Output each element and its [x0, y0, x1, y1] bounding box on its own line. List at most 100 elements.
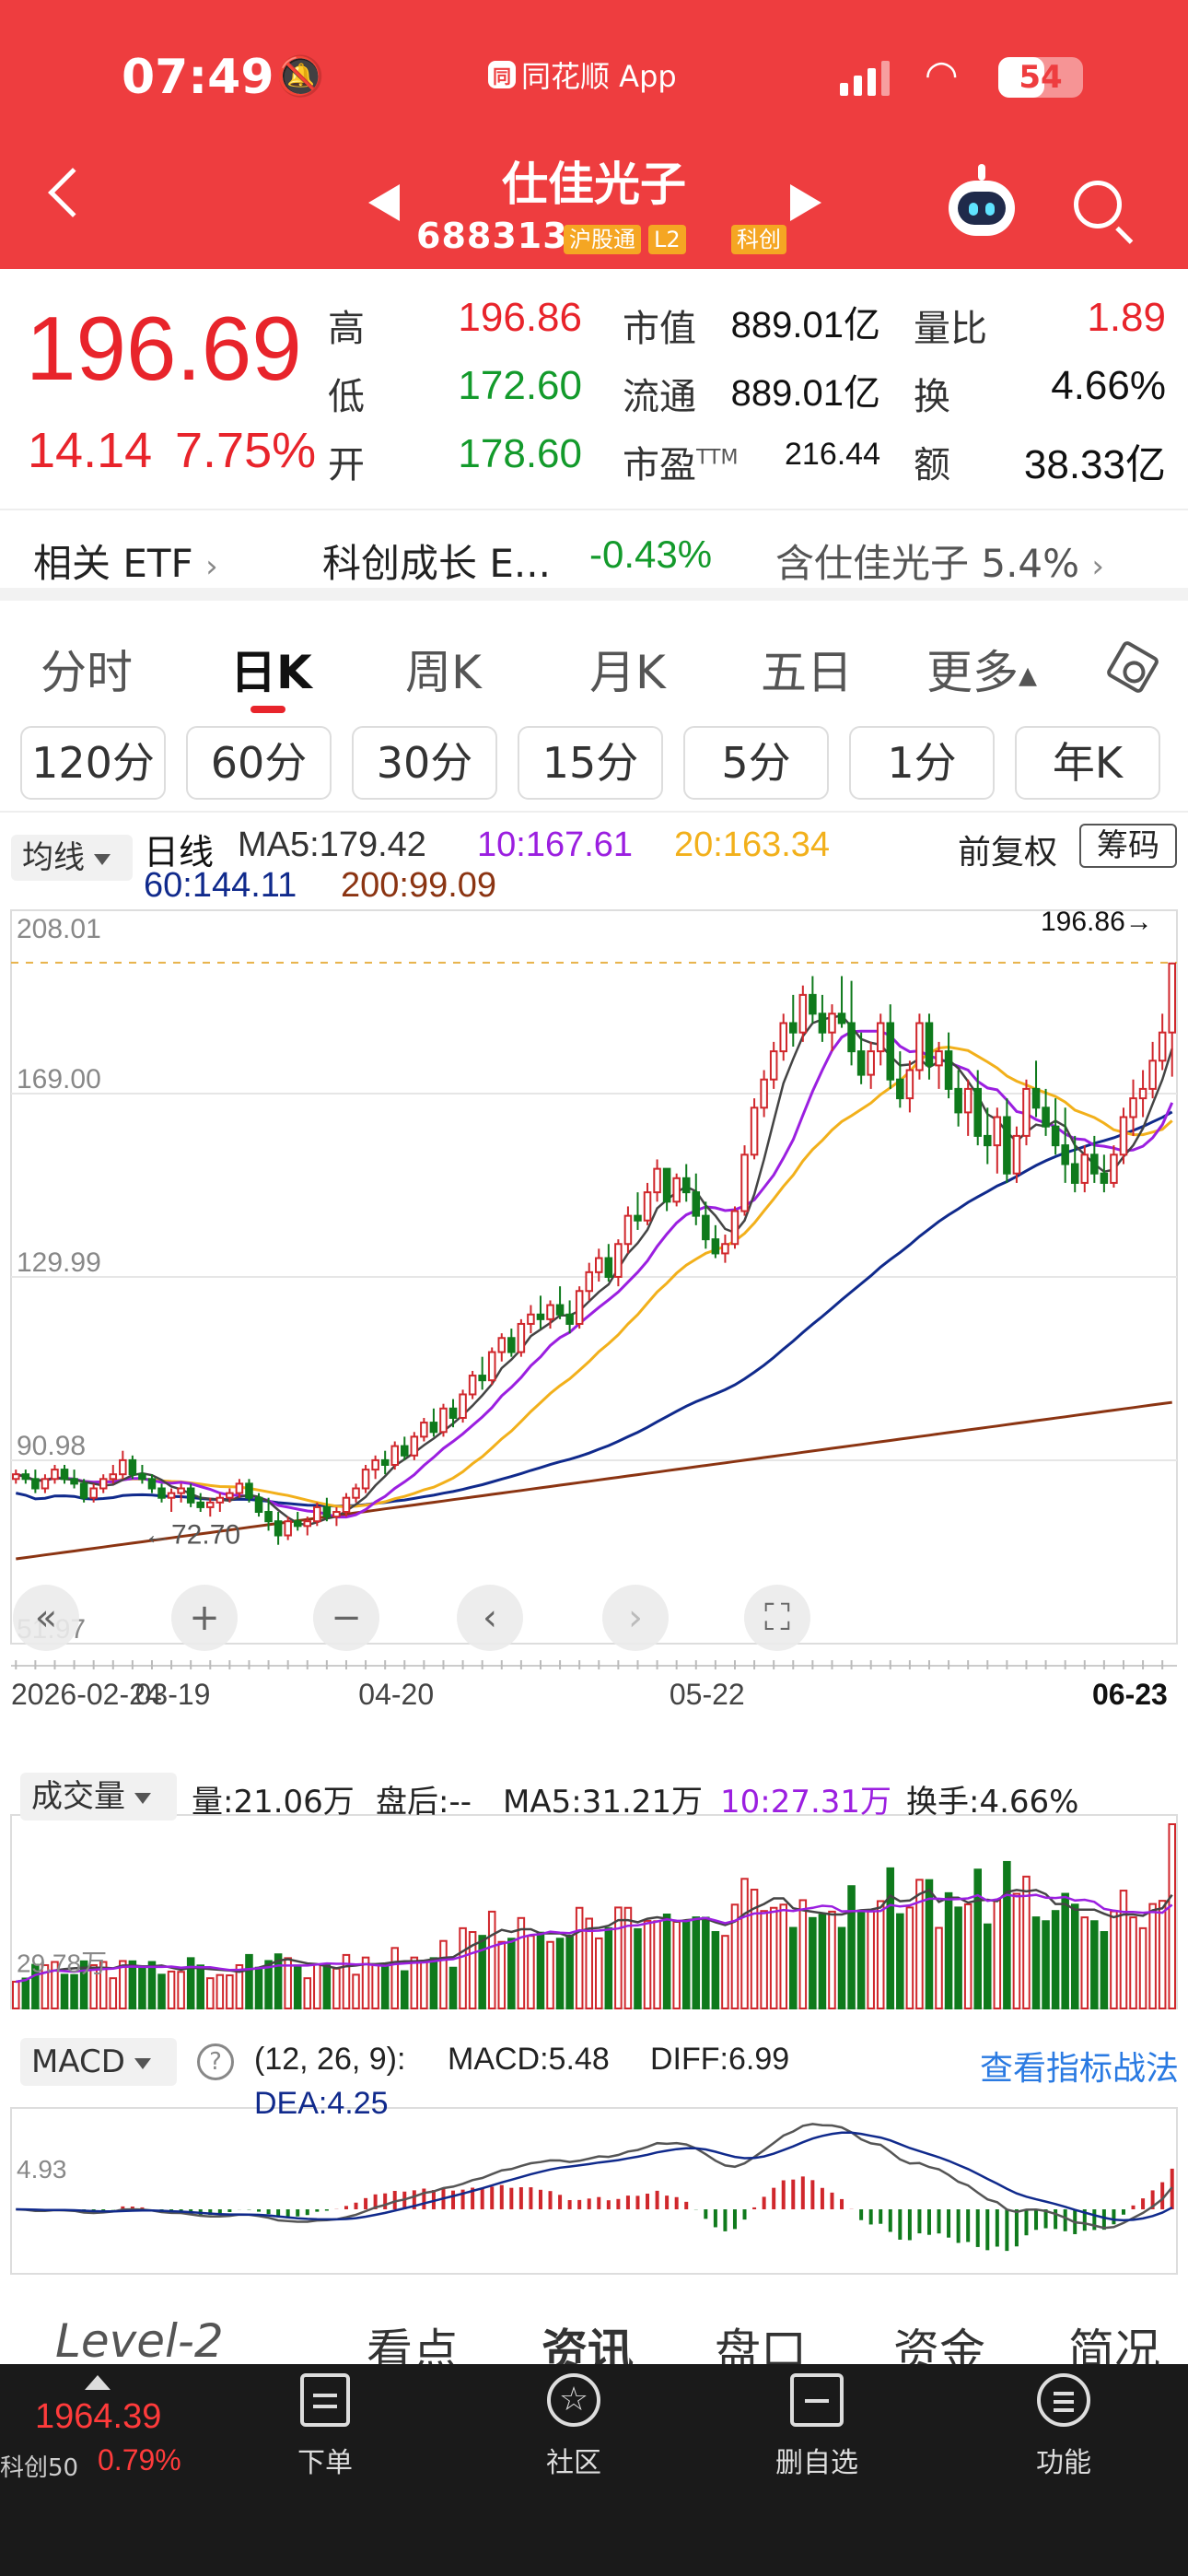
candle-body [935, 1050, 943, 1067]
tab-order-book[interactable]: 盘口 [715, 2314, 807, 2364]
scroll-left-icon[interactable]: ‹ [457, 1585, 523, 1651]
tab-level2[interactable]: Level-2 [55, 2314, 224, 2364]
etf-name[interactable]: 科创成长 E... [322, 533, 551, 589]
scroll-left-fast-icon[interactable]: « [13, 1585, 79, 1651]
volume-bar [818, 1914, 827, 2009]
candle-body [79, 1482, 88, 1499]
minute-30-button[interactable]: 30分 [352, 726, 497, 800]
caret-down-icon [134, 1792, 151, 1804]
volume-ma5: MA5:31.21万 [503, 1784, 704, 1821]
volume-bar [1158, 1900, 1167, 2010]
candle-body [119, 1458, 127, 1476]
nav-functions[interactable]: 功能 [995, 2373, 1133, 2480]
minute-120-button[interactable]: 120分 [20, 726, 166, 800]
index-value[interactable]: 1964.39 [35, 2397, 161, 2437]
volume-bar [254, 1966, 263, 2009]
zoom-out-button[interactable]: − [313, 1585, 379, 1651]
tab-intraday[interactable]: 分时 [41, 636, 133, 702]
back-icon[interactable] [48, 168, 98, 217]
turnover-label: 换 [914, 376, 950, 418]
volume-bar [760, 1910, 768, 2010]
ai-robot-icon[interactable] [949, 164, 1015, 236]
tab-monthly-k[interactable]: 月K [589, 636, 666, 702]
volume-bar [711, 1931, 720, 2010]
prev-stock-icon[interactable] [368, 184, 400, 221]
minute-15-button[interactable]: 15分 [518, 726, 663, 800]
nav-remove-watchlist[interactable]: 删自选 [748, 2373, 886, 2480]
minute-60-button[interactable]: 60分 [186, 726, 332, 800]
volume-indicator-select[interactable]: 成交量 [20, 1773, 177, 1821]
candle-body [721, 1243, 729, 1255]
fullscreen-icon[interactable]: ⛶ [744, 1585, 810, 1651]
volume-bar [1100, 1931, 1109, 2010]
volume-bar [623, 1906, 633, 2010]
tab-weekly-k[interactable]: 周K [405, 636, 482, 702]
status-time: 07:49 [122, 50, 274, 105]
candle-body [555, 1304, 565, 1316]
pe-ttm: TTM [696, 446, 739, 470]
minute-1-button[interactable]: 1分 [849, 726, 995, 800]
candle-body [905, 1069, 914, 1100]
related-etf-row[interactable]: 相关 ETF › 科创成长 E... -0.43% 含仕佳光子 5.4% › [0, 509, 1188, 601]
candle-body [818, 1013, 827, 1034]
pe-value: 216.44 [785, 437, 880, 472]
zoom-in-button[interactable]: + [171, 1585, 238, 1651]
candle-body [380, 1458, 390, 1466]
candle-body [342, 1496, 351, 1514]
chevron-right-icon: › [205, 548, 218, 585]
nav-order[interactable]: 下单 [256, 2373, 394, 2480]
tab-five-day[interactable]: 五日 [761, 636, 853, 702]
volume-bar [634, 1927, 642, 2009]
candle-body [944, 1050, 953, 1090]
after-hours-volume: 盘后:-- [376, 1784, 472, 1821]
volume-bar [769, 1906, 778, 2010]
tab-daily-k[interactable]: 日K [230, 636, 312, 702]
indicator-strategy-link[interactable]: 查看指标战法 [980, 2042, 1179, 2090]
volume-select-label: 成交量 [31, 1778, 125, 1815]
volume-bar [177, 1971, 185, 2009]
volume-bar [809, 1916, 817, 2009]
price-change-pct: 7.75% [175, 423, 317, 478]
macd-value: MACD:5.48 [448, 2042, 610, 2077]
candle-body [973, 1087, 982, 1137]
nav-community[interactable]: 社区 [505, 2373, 643, 2480]
candle-body [575, 1290, 584, 1325]
candle-body [702, 1214, 710, 1241]
volume-bar [963, 1903, 973, 2009]
next-stock-icon[interactable] [790, 184, 821, 221]
app-logo-icon: 同 [488, 61, 516, 88]
bottom-bar: 1964.39 科创50 0.79% 下单 社区 删自选 功能 [0, 2364, 1188, 2576]
tab-more[interactable]: 更多▲ [926, 636, 1037, 702]
tab-funds[interactable]: 资金 [893, 2314, 985, 2364]
candle-body [274, 1520, 283, 1537]
y-tick-label: 169.00 [17, 1064, 101, 1095]
tab-news[interactable]: 资讯 [542, 2314, 634, 2364]
volume-bar [876, 1900, 885, 2009]
candle-body [681, 1177, 691, 1194]
tab-profile[interactable]: 简况 [1068, 2314, 1160, 2364]
search-icon[interactable] [1074, 181, 1122, 228]
tab-highlights[interactable]: 看点 [367, 2314, 459, 2364]
volume-layer [12, 1823, 1176, 2010]
open-value: 178.60 [458, 431, 582, 476]
diff-value: DIFF:6.99 [650, 2042, 790, 2077]
volume-bar [448, 1966, 458, 2009]
help-icon[interactable]: ? [197, 2043, 234, 2080]
volume-bar [157, 1973, 166, 2010]
candle-body [856, 1050, 866, 1076]
candle-body [448, 1407, 458, 1419]
candle-body [138, 1473, 146, 1481]
candle-body [886, 1022, 895, 1081]
year-k-button[interactable]: 年K [1015, 726, 1160, 800]
etf-holding[interactable]: 含仕佳光子 5.4% › [775, 533, 1104, 589]
candle-body [361, 1469, 370, 1490]
scroll-right-icon[interactable]: › [602, 1585, 669, 1651]
minute-5-button[interactable]: 5分 [683, 726, 829, 800]
macd-indicator-select[interactable]: MACD [20, 2038, 177, 2086]
candle-body [1090, 1153, 1099, 1175]
battery-level: 54 [1019, 59, 1063, 96]
candle-body [459, 1393, 467, 1419]
tag-l2: L2 [648, 225, 686, 254]
market-cap-value: 889.01亿 [730, 305, 880, 345]
candle-body [1022, 1087, 1031, 1137]
